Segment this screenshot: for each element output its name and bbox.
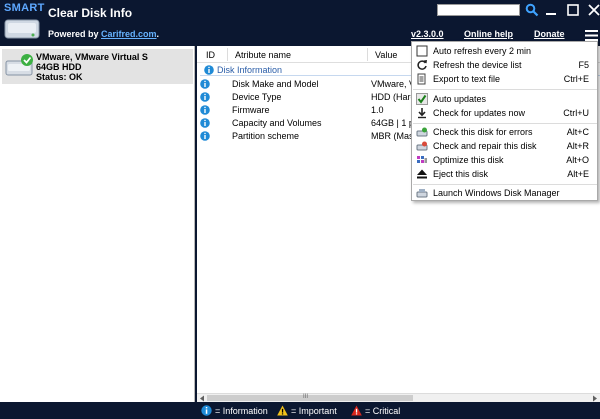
menu-separator [413,184,597,185]
menu-item-shortcut: Alt+E [567,169,589,179]
menu-item-label: Check for updates now [433,108,526,118]
row-attribute-name: Disk Make and Model [232,79,319,89]
disk-size: 64GB HDD [36,62,82,72]
scrollbar-thumb[interactable]: III [207,394,413,401]
logo-smart-text: SMART [4,2,45,14]
menu-separator [413,123,597,124]
row-value: VMware, Vi [371,79,411,89]
scrollbar-grip: III [303,394,309,400]
row-value: HDD (Hard [371,92,411,102]
menu-item-auto-updates[interactable]: Auto updates [413,92,597,106]
disk-list-item[interactable]: VMware, VMware Virtual S 64GB HDD Status… [2,49,193,84]
menu-item-label: Check this disk for errors [433,127,533,137]
menu-item-shortcut: Ctrl+U [563,108,589,118]
horizontal-scrollbar[interactable]: III [197,393,600,402]
app-title: Clear Disk Info [48,6,133,20]
menu-item-launch-disk-manager[interactable]: Launch Windows Disk Manager [413,186,597,200]
warning-icon [277,405,288,416]
menu-item-optimize-disk[interactable]: Optimize this disk Alt+O [413,153,597,167]
disk-name: VMware, VMware Virtual S [36,52,148,62]
menu-item-label: Refresh the device list [433,60,522,70]
search-icon[interactable] [525,3,539,17]
column-header-attribute[interactable]: Atribute name [235,50,291,60]
minimize-icon[interactable] [544,3,558,17]
menu-item-label: Export to text file [433,74,501,84]
maximize-icon[interactable] [566,3,580,17]
menu-item-shortcut: Alt+O [566,155,589,165]
disk-check-icon [416,127,428,137]
legend-important-label: = Important [291,406,337,416]
version-link[interactable]: v2.3.0.0 [411,29,444,39]
scroll-right-arrow-icon[interactable] [591,395,599,402]
scroll-left-arrow-icon[interactable] [198,395,206,402]
header: SMART Clear Disk Info Powered by Carifre… [0,0,600,46]
menu-item-label: Auto refresh every 2 min [433,46,532,56]
menu-item-label: Optimize this disk [433,155,504,165]
row-attribute-name: Capacity and Volumes [232,118,322,128]
disk-repair-icon [416,141,428,151]
info-icon [204,65,214,75]
info-icon [200,92,210,102]
info-icon [200,131,210,141]
menu-item-label: Launch Windows Disk Manager [433,188,560,198]
row-value: MBR (Maste [371,131,411,141]
hard-disk-ok-icon [5,54,33,76]
info-icon [201,405,212,416]
hamburger-menu-icon[interactable] [585,30,598,41]
menu-item-check-repair-disk[interactable]: Check and repair this disk Alt+R [413,139,597,153]
menu-item-auto-refresh[interactable]: Auto refresh every 2 min [413,44,597,58]
menu-item-check-disk-errors[interactable]: Check this disk for errors Alt+C [413,125,597,139]
menu-item-eject-disk[interactable]: Eject this disk Alt+E [413,167,597,181]
column-separator[interactable] [227,48,228,61]
column-separator[interactable] [367,48,368,61]
donate-link[interactable]: Donate [534,29,565,39]
critical-icon [351,405,362,416]
menu-item-export-text[interactable]: Export to text file Ctrl+E [413,72,597,86]
menu-item-shortcut: Ctrl+E [563,74,589,84]
menu-item-shortcut: Alt+R [566,141,589,151]
row-attribute-name: Firmware [232,105,270,115]
disk-status: Status: OK [36,72,83,82]
refresh-icon [417,60,427,70]
info-icon [200,105,210,115]
menu-item-shortcut: Alt+C [566,127,589,137]
powered-by: Powered by Carifred.com. [48,29,159,39]
powered-prefix: Powered by [48,29,102,39]
disk-list-panel: VMware, VMware Virtual S 64GB HDD Status… [0,46,195,402]
menu-item-refresh-device-list[interactable]: Refresh the device list F5 [413,58,597,72]
info-icon [200,79,210,89]
download-icon [418,108,426,119]
column-header-id[interactable]: ID [206,50,215,60]
export-icon [417,73,426,85]
legend-critical-label: = Critical [365,406,401,416]
unchecked-box-icon[interactable] [416,45,428,57]
carifred-link[interactable]: Carifred.com [101,29,157,39]
checkmark-icon[interactable] [416,93,428,105]
column-header-value[interactable]: Value [375,50,397,60]
row-attribute-name: Device Type [232,92,282,102]
powered-suffix: . [156,29,160,39]
menu-item-label: Auto updates [433,94,487,104]
menu-item-shortcut: F5 [578,60,589,70]
row-value: 1.0 [371,105,384,115]
menu-item-label: Check and repair this disk [433,141,537,151]
section-label: Disk Information [217,65,283,75]
disk-manager-icon [416,189,428,198]
row-value: 64GB | 1 pa [371,118,411,128]
row-attribute-name: Partition scheme [232,131,300,141]
menu-item-check-updates[interactable]: Check for updates now Ctrl+U [413,106,597,120]
info-icon [200,118,210,128]
menu-item-label: Eject this disk [433,169,489,179]
main-menu-dropdown: Auto refresh every 2 min Refresh the dev… [411,41,598,201]
close-icon[interactable] [587,3,600,17]
optimize-icon [417,156,427,163]
online-help-link[interactable]: Online help [464,29,513,39]
search-input[interactable] [437,4,520,16]
legend-information-label: = Information [215,406,268,416]
legend-bar: = Information = Important = Critical [0,402,600,419]
eject-icon [417,169,427,179]
menu-separator [413,89,597,90]
